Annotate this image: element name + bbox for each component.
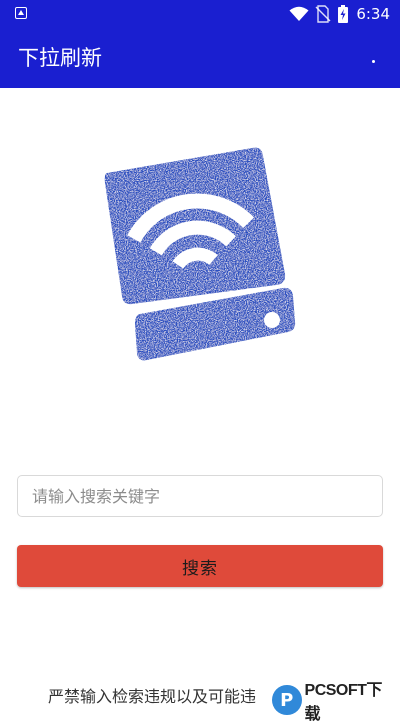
status-bar: 6:34 <box>0 0 400 28</box>
battery-icon <box>338 5 349 23</box>
status-time: 6:34 <box>356 5 390 23</box>
status-icons: 6:34 <box>289 0 390 28</box>
pcsoft-logo-icon: P <box>272 685 302 715</box>
app-bar: 下拉刷新 <box>0 28 400 88</box>
search-button[interactable]: 搜索 <box>17 545 383 587</box>
wifi-icon <box>289 6 309 21</box>
disclaimer-text: 严禁输入检索违规以及可能违 <box>48 687 257 706</box>
wifi-router-logo <box>104 147 296 361</box>
app-notification-icon <box>15 7 27 19</box>
search-input[interactable] <box>17 475 383 517</box>
watermark-text: PCSOFT下载 <box>304 682 383 723</box>
watermark: P PCSOFT下载 <box>272 682 396 723</box>
app-title: 下拉刷新 <box>18 46 102 70</box>
overflow-menu-icon[interactable] <box>368 54 378 68</box>
no-sim-icon <box>315 5 331 23</box>
